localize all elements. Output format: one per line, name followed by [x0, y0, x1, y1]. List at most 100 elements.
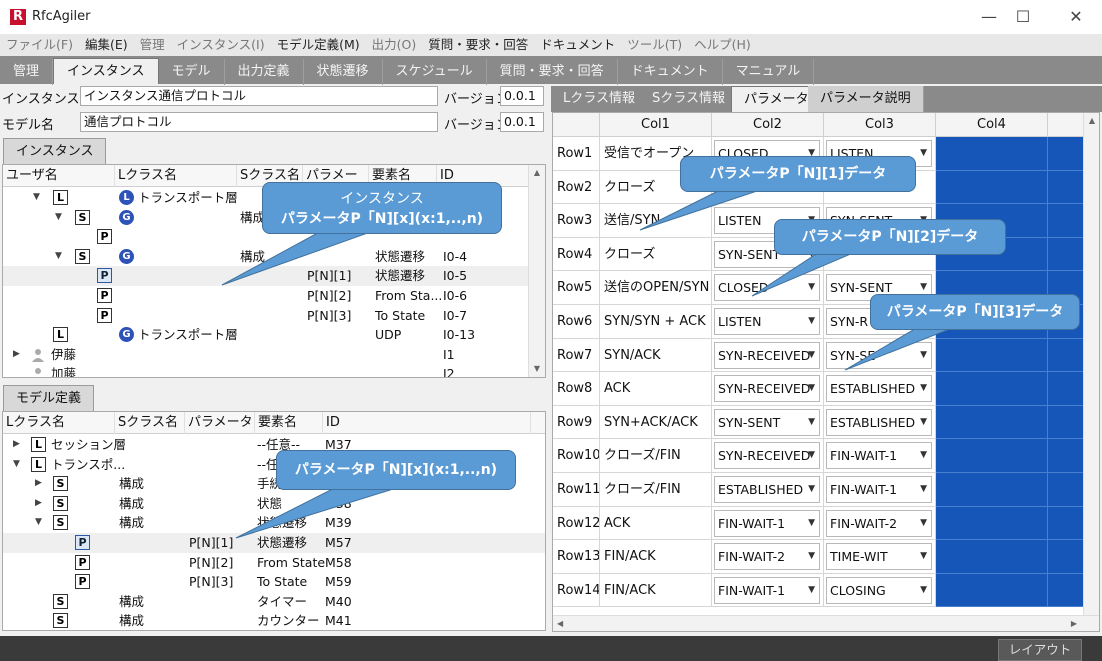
instance-version-input[interactable]: 0.0.1 [500, 86, 544, 106]
tree-row[interactable]: P P[N][2] From Sta... I0-6 [3, 286, 545, 306]
menu-help[interactable]: ヘルプ(H) [688, 34, 757, 56]
cell-col5[interactable] [1048, 372, 1084, 406]
menu-output[interactable]: 出力(O) [366, 34, 423, 56]
col-id[interactable]: ID [323, 412, 531, 434]
menu-model[interactable]: モデル定義(M) [271, 34, 366, 56]
dropdown-arrow-icon[interactable]: ▼ [920, 544, 927, 569]
state-dropdown[interactable]: ESTABLISHED ▼ [714, 476, 820, 503]
cell-col4[interactable] [936, 372, 1048, 406]
cell-col5[interactable] [1048, 506, 1084, 541]
collapse-arrow-icon[interactable]: ▼ [55, 208, 62, 227]
tree-row[interactable]: S 構成 カウンター M41 [3, 611, 545, 630]
tree-row[interactable]: ▼ S G 構成 状態遷移 I0-4 [3, 247, 545, 267]
tree-row[interactable]: P P[N][2] From State M58 [3, 553, 545, 573]
maximize-button[interactable]: ☐ [1000, 0, 1046, 34]
cell-col1[interactable]: 送信のOPEN/SYN [600, 271, 712, 305]
col-lclass[interactable]: Lクラス名 [115, 165, 237, 187]
col-header-2[interactable]: Col2 [712, 113, 824, 137]
col-header-5[interactable] [1048, 113, 1084, 137]
tab-sclass-info[interactable]: Sクラス情報 [640, 86, 738, 112]
cell-col5[interactable] [1048, 439, 1084, 473]
tab-manual[interactable]: マニュアル [723, 59, 815, 85]
cell-col4[interactable] [936, 573, 1048, 608]
instance-tree-scrollbar[interactable]: ▲ ▼ [528, 165, 545, 377]
tab-state-transition[interactable]: 状態遷移 [304, 59, 383, 85]
model-pane-tab[interactable]: モデル定義 [3, 385, 95, 411]
tree-row[interactable]: ▼ S 構成 状態遷移 M39 [3, 513, 545, 533]
grid-row[interactable]: Row13 FIN/ACK FIN-WAIT-2 ▼ TIME-WIT ▼ [553, 540, 1099, 574]
tab-qa[interactable]: 質問・要求・回答 [487, 59, 618, 85]
cell-col1[interactable]: 送信/SYN [600, 204, 712, 238]
cell-col1[interactable]: FIN/ACK [600, 540, 712, 574]
cell-col4[interactable] [936, 338, 1048, 373]
scroll-up-icon[interactable]: ▲ [1084, 113, 1099, 129]
expand-arrow-icon[interactable]: ▶ [13, 435, 20, 454]
grid-row[interactable]: Row12 ACK FIN-WAIT-1 ▼ FIN-WAIT-2 ▼ [553, 506, 1099, 541]
col-header-1[interactable]: Col1 [600, 113, 712, 137]
cell-col1[interactable]: クローズ/FIN [600, 439, 712, 473]
tab-schedule[interactable]: スケジュール [383, 59, 487, 85]
expand-arrow-icon[interactable]: ▶ [35, 474, 42, 493]
tab-manage[interactable]: 管理 [0, 59, 54, 85]
cell-col4[interactable] [936, 137, 1048, 171]
state-dropdown[interactable]: TIME-WIT ▼ [826, 543, 932, 571]
grid-row[interactable]: Row10 クローズ/FIN SYN-RECEIVED ▼ FIN-WAIT-1 ▼ [553, 439, 1099, 473]
menu-qa[interactable]: 質問・要求・回答 [422, 34, 534, 56]
state-dropdown[interactable]: SYN-RECEIVED ▼ [714, 442, 820, 470]
cell-col1[interactable]: FIN/ACK [600, 573, 712, 608]
dropdown-arrow-icon[interactable]: ▼ [808, 275, 815, 300]
model-name-input[interactable]: 通信プロトコル [80, 112, 438, 132]
row-header[interactable]: Row6 [553, 305, 600, 339]
dropdown-arrow-icon[interactable]: ▼ [920, 477, 927, 502]
state-dropdown[interactable]: CLOSING ▼ [826, 576, 932, 604]
tab-instance[interactable]: インスタンス [53, 58, 159, 84]
cell-col1[interactable]: SYN/SYN + ACK [600, 305, 712, 339]
tree-row[interactable]: ▶ S 構成 状態 M38 [3, 494, 545, 514]
tab-parameter-desc[interactable]: パラメータ説明 [808, 86, 924, 112]
menu-manage[interactable]: 管理 [134, 34, 171, 56]
grid-row[interactable]: Row7 SYN/ACK SYN-RECEIVED ▼ SYN-SE ▼ [553, 338, 1099, 373]
state-dropdown[interactable]: ESTABLISHED ▼ [826, 408, 932, 436]
grid-row[interactable]: Row8 ACK SYN-RECEIVED ▼ ESTABLISHED ▼ [553, 372, 1099, 406]
collapse-arrow-icon[interactable]: ▼ [55, 247, 62, 266]
col-sclass[interactable]: Sクラス名 [115, 412, 185, 434]
tree-row[interactable]: L G トランスポート層 UDP I0-13 [3, 325, 545, 345]
cell-col5[interactable] [1048, 473, 1084, 507]
state-dropdown[interactable]: FIN-WAIT-2 ▼ [826, 509, 932, 537]
model-version-input[interactable]: 0.0.1 [500, 112, 544, 132]
state-dropdown[interactable]: SYN-RECEIVED ▼ [714, 341, 820, 369]
cell-col1[interactable]: SYN+ACK/ACK [600, 405, 712, 440]
dropdown-arrow-icon[interactable]: ▼ [920, 511, 927, 536]
state-dropdown[interactable]: FIN-WAIT-2 ▼ [714, 543, 820, 571]
cell-col4[interactable] [936, 473, 1048, 507]
scroll-down-icon[interactable]: ▼ [529, 361, 545, 377]
cell-col5[interactable] [1048, 573, 1084, 608]
state-dropdown[interactable]: FIN-WAIT-1 ▼ [826, 442, 932, 470]
col-element[interactable]: 要素名 [255, 412, 323, 434]
grid-horizontal-scrollbar[interactable]: ◀ ▶ [553, 615, 1099, 631]
dropdown-arrow-icon[interactable]: ▼ [808, 309, 815, 334]
dropdown-arrow-icon[interactable]: ▼ [808, 343, 815, 368]
dropdown-arrow-icon[interactable]: ▼ [808, 544, 815, 569]
scroll-left-icon[interactable]: ◀ [557, 616, 563, 631]
tree-row-selected[interactable]: P P[N][1] 状態遷移 I0-5 [3, 266, 545, 286]
tree-row[interactable]: S 構成 タイマー M40 [3, 592, 545, 612]
expand-arrow-icon[interactable]: ▶ [35, 494, 42, 513]
menu-edit[interactable]: 編集(E) [79, 34, 134, 56]
menu-instance[interactable]: インスタンス(I) [171, 34, 271, 56]
tree-row[interactable]: ▶ 伊藤 I1 [3, 345, 545, 365]
dropdown-arrow-icon[interactable]: ▼ [920, 443, 927, 468]
row-header[interactable]: Row12 [553, 506, 600, 541]
cell-col5[interactable] [1048, 405, 1084, 440]
state-dropdown[interactable]: ESTABLISHED ▼ [826, 375, 932, 403]
row-header[interactable]: Row7 [553, 338, 600, 373]
cell-col4[interactable] [936, 439, 1048, 473]
tree-row[interactable]: P P[N][3] To State I0-7 [3, 306, 545, 326]
grid-row[interactable]: Row14 FIN/ACK FIN-WAIT-1 ▼ CLOSING ▼ [553, 573, 1099, 608]
dropdown-arrow-icon[interactable]: ▼ [808, 410, 815, 435]
collapse-arrow-icon[interactable]: ▼ [13, 455, 20, 474]
cell-col5[interactable] [1048, 237, 1084, 272]
dropdown-arrow-icon[interactable]: ▼ [808, 477, 815, 502]
dropdown-arrow-icon[interactable]: ▼ [808, 376, 815, 401]
state-dropdown[interactable]: CLOSED ▼ [714, 274, 820, 302]
